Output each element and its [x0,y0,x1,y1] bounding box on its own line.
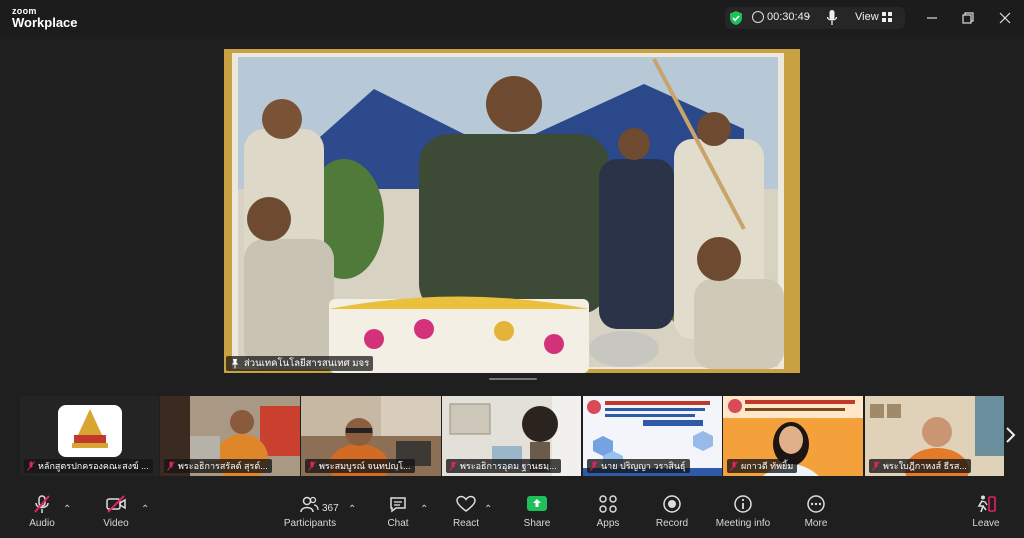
participant-name: พระสมบูรณ์ จนทปญฺโ... [319,461,411,471]
participants-button[interactable]: Participants [282,494,338,536]
share-screen-icon [527,496,547,511]
react-options-caret-icon[interactable]: ⌃ [484,504,492,515]
chat-label: Chat [387,518,409,529]
participant-tile[interactable]: พระใบฎีกาหงส์ ธีรส... [865,396,1004,476]
participant-tile[interactable]: พระอธิการอุดม ฐานธมฺ... [442,396,581,476]
video-options-caret-icon[interactable]: ⌃ [141,504,149,515]
participant-name: พระใบฎีกาหงส์ ธีรส... [883,461,967,471]
video-button[interactable]: Video [100,494,132,536]
share-label: Share [523,518,551,529]
participant-name: ผกาวดี ทัพยิ้ม [741,461,794,471]
minimize-window-icon[interactable] [923,9,941,27]
muted-mic-icon [27,461,35,471]
main-speaker-name-tag: ส่วนเทคโนโลยีสารสนเทศ มจร [226,356,374,371]
main-speaker-video[interactable] [224,49,800,373]
participant-name-tag: พระอธิการสรัลต์ สุรต์... [164,459,272,473]
participant-name-tag: ผกาวดี ทัพยิ้ม [727,459,798,473]
react-button[interactable]: React [451,494,481,536]
participant-name-tag: หลักสูตรปกครองคณะสงฆ์ ... [24,459,153,473]
audio-label: Audio [29,518,55,529]
video-label: Video [103,518,129,529]
more-label: More [804,518,828,529]
gallery-next-arrow-icon[interactable] [1003,424,1017,446]
participant-tile[interactable]: พระสมบูรณ์ จนทปญฺโ... [301,396,441,476]
main-speaker-name: ส่วนเทคโนโลยีสารสนเทศ มจร [244,358,370,369]
institution-emblem-icon [72,409,108,448]
chat-options-caret-icon[interactable]: ⌃ [420,504,428,515]
participant-name: พระอธิการสรัลต์ สุรต์... [178,461,268,471]
apps-button[interactable]: Apps [594,494,622,536]
muted-mic-icon [872,461,880,471]
info-icon [734,495,752,513]
apps-icon [599,495,617,513]
leave-meeting-icon [977,495,996,513]
encryption-shield-icon[interactable] [728,10,744,26]
share-button[interactable]: Share [521,494,553,536]
audio-options-caret-icon[interactable]: ⌃ [63,504,71,515]
meeting-info-button[interactable]: Meeting info [713,494,773,536]
leave-button[interactable]: Leave [971,494,1001,536]
participant-tile[interactable]: หลักสูตรปกครองคณะสงฆ์ ... [20,396,159,476]
participant-name-tag: นาย ปริญญา วราสินธุ์ [587,459,690,473]
muted-microphone-icon [34,495,50,513]
heart-react-icon [456,495,476,512]
muted-mic-icon [167,461,175,471]
participant-tile[interactable]: พระอธิการสรัลต์ สุรต์... [160,396,300,476]
participant-name-tag: พระสมบูรณ์ จนทปญฺโ... [305,459,415,473]
participant-name-tag: พระใบฎีกาหงส์ ธีรส... [869,459,971,473]
close-window-icon[interactable] [996,9,1014,27]
participant-profile-logo [58,405,122,457]
record-label: Record [655,518,689,529]
shared-photo-image [224,49,800,373]
leave-label: Leave [972,518,1000,529]
grid-view-icon[interactable] [882,12,892,22]
view-button[interactable]: View [855,11,879,23]
muted-mic-icon [308,461,316,471]
record-icon [663,495,681,513]
pin-icon[interactable] [230,358,240,369]
participants-label: Participants [283,518,337,529]
record-button[interactable]: Record [653,494,691,536]
meeting-toolbar [0,488,1024,538]
muted-mic-icon [449,461,457,471]
logo-workplace-text: Workplace [12,15,78,30]
video-off-camera-icon [106,495,126,513]
timer-dropdown-chevron-icon[interactable]: ⌄ [804,10,812,21]
participant-name: พระอธิการอุดม ฐานธมฺ... [460,461,557,471]
react-label: React [452,518,480,529]
participant-name-tag: พระอธิการอุดม ฐานธมฺ... [446,459,561,473]
zoom-workplace-logo: zoom Workplace [12,6,78,30]
participants-count: 367 [322,503,339,514]
participant-name: หลักสูตรปกครองคณะสงฆ์ ... [38,461,149,471]
audio-button[interactable]: Audio [24,494,60,536]
more-button[interactable]: More [801,494,831,536]
participants-icon [300,496,319,513]
clock-icon [752,11,764,23]
chat-bubble-icon [390,497,406,513]
participants-options-caret-icon[interactable]: ⌃ [348,504,356,515]
muted-mic-icon [730,461,738,471]
chat-button[interactable]: Chat [384,494,412,536]
participant-tile[interactable]: นาย ปริญญา วราสินธุ์ [583,396,722,476]
more-options-icon [807,495,825,513]
meeting-info-label: Meeting info [715,518,771,529]
resize-handle[interactable] [489,378,537,380]
muted-mic-icon [590,461,598,471]
participant-name: นาย ปริญญา วราสินธุ์ [601,461,686,471]
apps-label: Apps [596,518,620,529]
restore-window-icon[interactable] [959,9,977,27]
participant-tile[interactable]: ผกาวดี ทัพยิ้ม [723,396,863,476]
active-speaker-mic-icon [826,10,838,25]
